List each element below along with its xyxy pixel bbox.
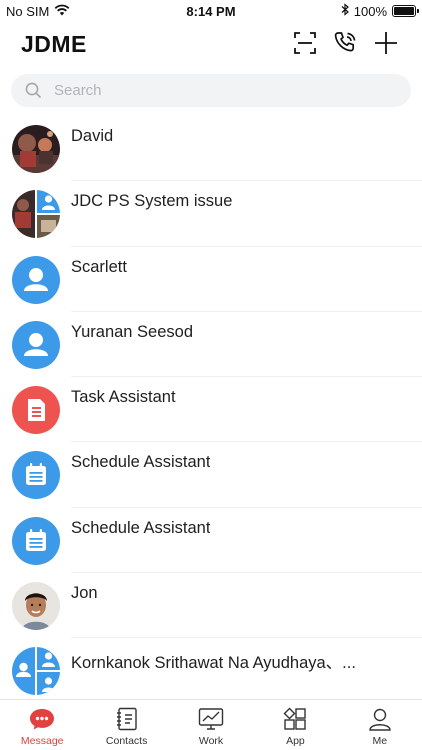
avatar: [12, 582, 60, 631]
conversation-name: Schedule Assistant: [71, 453, 211, 472]
message-icon: [29, 706, 55, 732]
search-bar[interactable]: [11, 74, 411, 107]
tab-label: App: [286, 735, 305, 747]
tab-contacts[interactable]: Contacts: [84, 700, 168, 750]
battery-icon: [392, 5, 419, 17]
bluetooth-icon: [341, 3, 349, 19]
conversation-item[interactable]: Yuranan Seesod: [0, 312, 422, 378]
tab-label: Message: [20, 735, 64, 747]
default-user-avatar: [12, 255, 60, 304]
call-button[interactable]: [330, 30, 360, 60]
default-user-avatar: [12, 320, 60, 369]
app-title: JDME: [21, 31, 87, 57]
tab-label: Me: [372, 735, 388, 747]
tab-label: Contacts: [105, 735, 148, 747]
conversation-item[interactable]: Jon: [0, 573, 422, 639]
conversation-item[interactable]: Schedule Assistant: [0, 508, 422, 574]
search-icon: [25, 82, 42, 99]
bottom-tab-bar: Message Contacts Work App Me: [0, 699, 422, 750]
conversation-item[interactable]: David: [0, 116, 422, 182]
schedule-assistant-avatar: [12, 451, 60, 500]
battery-percent: 100%: [353, 3, 387, 19]
conversation-item[interactable]: Kornkanok Srithawat Na Ayudhaya、...: [0, 638, 422, 704]
conversation-name: Scarlett: [71, 257, 127, 276]
me-icon: [367, 706, 393, 732]
conversation-item[interactable]: JDC PS System issue: [0, 181, 422, 247]
tab-message[interactable]: Message: [0, 700, 84, 750]
status-bar: No SIM 8:14 PM 100%: [0, 0, 422, 24]
conversation-name: Jon: [71, 584, 98, 603]
conversation-name: Yuranan Seesod: [71, 322, 194, 341]
tab-app[interactable]: App: [253, 700, 337, 750]
top-nav-bar: JDME: [0, 24, 422, 68]
scan-button[interactable]: [290, 30, 320, 60]
conversation-item[interactable]: Task Assistant: [0, 377, 422, 443]
app-icon: [282, 706, 308, 732]
work-icon: [198, 706, 224, 732]
search-input[interactable]: [54, 82, 374, 99]
conversation-name: Task Assistant: [71, 388, 176, 407]
conversation-item[interactable]: Scarlett: [0, 247, 422, 313]
tab-label: Work: [198, 735, 224, 747]
conversation-list: David JDC PS System issue Scarlett Yuran…: [0, 116, 422, 704]
task-assistant-avatar: [12, 386, 60, 435]
conversation-name: Schedule Assistant: [71, 518, 211, 537]
conversation-name: JDC PS System issue: [71, 192, 233, 211]
tab-work[interactable]: Work: [169, 700, 253, 750]
add-button[interactable]: [371, 30, 401, 60]
phone-call-icon: [333, 31, 357, 60]
schedule-assistant-avatar: [12, 516, 60, 565]
scan-icon: [294, 31, 316, 59]
conversation-name: David: [71, 127, 114, 145]
avatar: [12, 125, 60, 173]
group-avatar: [12, 190, 60, 239]
contacts-icon: [114, 706, 140, 732]
group-avatar: [12, 647, 60, 696]
conversation-item[interactable]: Schedule Assistant: [0, 442, 422, 509]
tab-me[interactable]: Me: [338, 700, 422, 750]
conversation-name: Kornkanok Srithawat Na Ayudhaya、...: [71, 654, 356, 673]
plus-icon: [374, 31, 398, 60]
